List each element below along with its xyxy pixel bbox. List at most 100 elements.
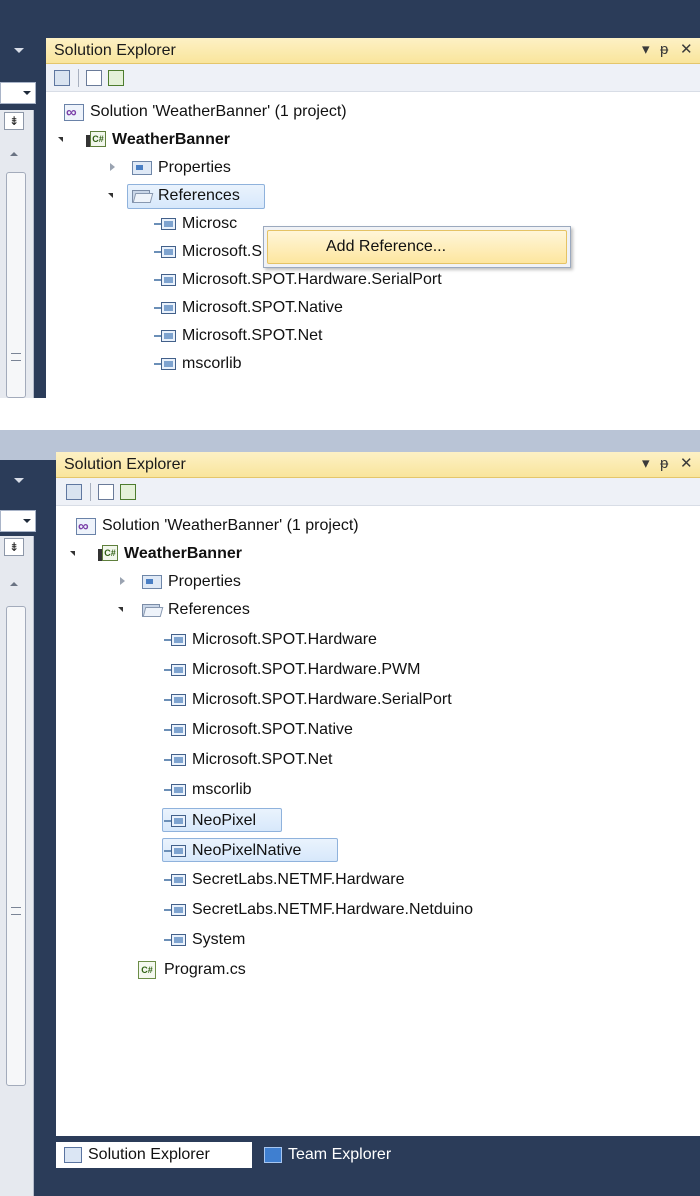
reference-icon — [164, 634, 188, 646]
add-reference-menu-item[interactable]: Add Reference... — [267, 230, 567, 264]
solution-node[interactable]: Solution 'WeatherBanner' (1 project) — [64, 100, 424, 125]
scroll-up-icon[interactable] — [10, 582, 18, 586]
grip-icon — [11, 353, 21, 361]
reference-item[interactable]: SecretLabs.NETMF.Hardware.Netduino — [164, 898, 624, 922]
expand-closed-icon[interactable] — [120, 577, 125, 585]
show-all-files-icon[interactable] — [86, 70, 102, 86]
reference-icon — [164, 724, 188, 736]
scroll-up-icon[interactable] — [10, 152, 18, 156]
csharp-file-icon: C# — [138, 961, 156, 979]
folder-icon — [132, 188, 154, 203]
collapse-arrow-icon[interactable] — [14, 48, 24, 53]
chevron-down-icon — [23, 519, 31, 523]
tab-team-explorer[interactable]: Team Explorer — [256, 1142, 456, 1168]
reference-label: Microsoft.SPOT.Hardware.SerialPort — [192, 691, 452, 708]
splitter-icon[interactable]: ⇟ — [4, 112, 24, 130]
properties-toolbar-icon[interactable] — [54, 70, 70, 86]
reference-label: NeoPixel — [192, 812, 257, 829]
pin-icon[interactable]: ᵽ — [660, 456, 668, 472]
bottom-tab-bar: Solution Explorer Team Explorer — [44, 1136, 700, 1196]
reference-item[interactable]: Microsoft.SPOT.Hardware.SerialPort — [154, 268, 594, 292]
properties-icon — [132, 161, 152, 175]
reference-label: Microsoft.SPOT.Native — [182, 299, 343, 316]
references-node[interactable]: References — [102, 184, 322, 209]
reference-item[interactable]: Microsoft.SPOT.Hardware — [164, 628, 604, 652]
reference-item[interactable]: System — [164, 928, 604, 952]
refresh-icon[interactable] — [108, 70, 124, 86]
reference-label: SecretLabs.NETMF.Hardware — [192, 871, 405, 888]
reference-item-selected[interactable]: NeoPixelNative — [162, 838, 338, 862]
left-strip: ⇟ — [0, 0, 44, 398]
properties-node[interactable]: Properties — [112, 570, 312, 594]
top-screenshot-panel: ⇟ Solution Explorer ▾ ᵽ ✕ Solution 'Weat… — [0, 0, 700, 398]
toolbar — [46, 64, 700, 92]
reference-icon — [164, 904, 188, 916]
splitter-icon[interactable]: ⇟ — [4, 538, 24, 556]
solution-explorer-window: Solution Explorer ▾ ᵽ ✕ Solution 'Weathe… — [56, 452, 700, 1136]
collapse-arrow-icon[interactable] — [14, 478, 24, 483]
reference-item[interactable]: Microsoft.SPOT.Native — [154, 296, 594, 320]
toolbar — [56, 478, 700, 506]
tab-solution-explorer[interactable]: Solution Explorer — [56, 1142, 252, 1168]
refresh-icon[interactable] — [120, 484, 136, 500]
pin-icon[interactable]: ᵽ — [660, 42, 668, 58]
program-file-node[interactable]: C# Program.cs — [138, 958, 338, 982]
expand-open-icon[interactable] — [70, 551, 75, 556]
left-combo-box[interactable] — [0, 510, 36, 532]
folder-icon — [142, 602, 164, 617]
project-label: WeatherBanner — [124, 545, 242, 562]
reference-item[interactable]: Microsoft.SPOT.Native — [164, 718, 604, 742]
properties-node[interactable]: Properties — [102, 156, 302, 180]
project-node[interactable]: C# WeatherBanner — [70, 542, 370, 566]
close-icon[interactable]: ✕ — [680, 456, 693, 472]
project-node[interactable]: C# WeatherBanner — [58, 128, 358, 152]
solution-icon — [64, 101, 84, 125]
team-explorer-icon — [264, 1147, 282, 1163]
title-bar: Solution Explorer ▾ ᵽ ✕ — [46, 38, 700, 64]
reference-icon — [154, 302, 178, 314]
solution-explorer-icon — [64, 1147, 82, 1163]
reference-item[interactable]: Microsoft.SPOT.Net — [164, 748, 604, 772]
toolbar-separator — [78, 69, 79, 87]
reference-item[interactable]: Microsoft.SPOT.Net — [154, 324, 594, 348]
left-vertical-scrollbar[interactable]: ⇟ — [0, 536, 34, 1196]
expand-open-icon[interactable] — [58, 137, 63, 142]
scroll-thumb[interactable] — [6, 172, 26, 398]
reference-item[interactable]: Microsoft.SPOT.Hardware.SerialPort — [164, 688, 604, 712]
expand-closed-icon[interactable] — [110, 163, 115, 171]
left-strip: ⇟ — [0, 430, 44, 1196]
left-vertical-scrollbar[interactable]: ⇟ — [0, 110, 34, 398]
context-menu: Add Reference... — [263, 226, 571, 268]
solution-icon — [76, 515, 96, 539]
reference-item[interactable]: mscorlib — [154, 352, 594, 370]
reference-icon — [164, 845, 188, 857]
left-combo-box[interactable] — [0, 82, 36, 104]
reference-label: Microsoft.SPOT.Hardware — [192, 631, 377, 648]
reference-icon — [164, 874, 188, 886]
grip-icon — [11, 907, 21, 915]
reference-label: Microsoft.SPOT.Hardware.PWM — [192, 661, 421, 678]
reference-item[interactable]: SecretLabs.NETMF.Hardware — [164, 868, 604, 892]
reference-item[interactable]: Microsoft.SPOT.Hardware.PWM — [164, 658, 604, 682]
properties-label: Properties — [158, 159, 231, 176]
solution-explorer-window: Solution Explorer ▾ ᵽ ✕ Solution 'Weathe… — [46, 38, 700, 398]
reference-label: NeoPixelNative — [192, 842, 302, 859]
close-icon[interactable]: ✕ — [680, 42, 693, 58]
reference-label: Microsoft.SPOT.Native — [192, 721, 353, 738]
reference-label: Microsc — [182, 215, 238, 232]
window-menu-dropdown-icon[interactable]: ▾ — [642, 42, 650, 58]
reference-label: System — [192, 931, 246, 948]
expand-open-icon[interactable] — [108, 193, 113, 198]
title-bar: Solution Explorer ▾ ᵽ ✕ — [56, 452, 700, 478]
references-node[interactable]: References — [112, 598, 332, 622]
show-all-files-icon[interactable] — [98, 484, 114, 500]
window-menu-dropdown-icon[interactable]: ▾ — [642, 456, 650, 472]
reference-item[interactable]: mscorlib — [164, 778, 604, 802]
properties-toolbar-icon[interactable] — [66, 484, 82, 500]
scroll-thumb[interactable] — [6, 606, 26, 1086]
solution-node[interactable]: Solution 'WeatherBanner' (1 project) — [76, 514, 436, 539]
reference-item-selected[interactable]: NeoPixel — [162, 808, 282, 832]
reference-label: mscorlib — [182, 355, 242, 370]
expand-open-icon[interactable] — [118, 607, 123, 612]
solution-label: Solution 'WeatherBanner' (1 project) — [102, 517, 359, 534]
